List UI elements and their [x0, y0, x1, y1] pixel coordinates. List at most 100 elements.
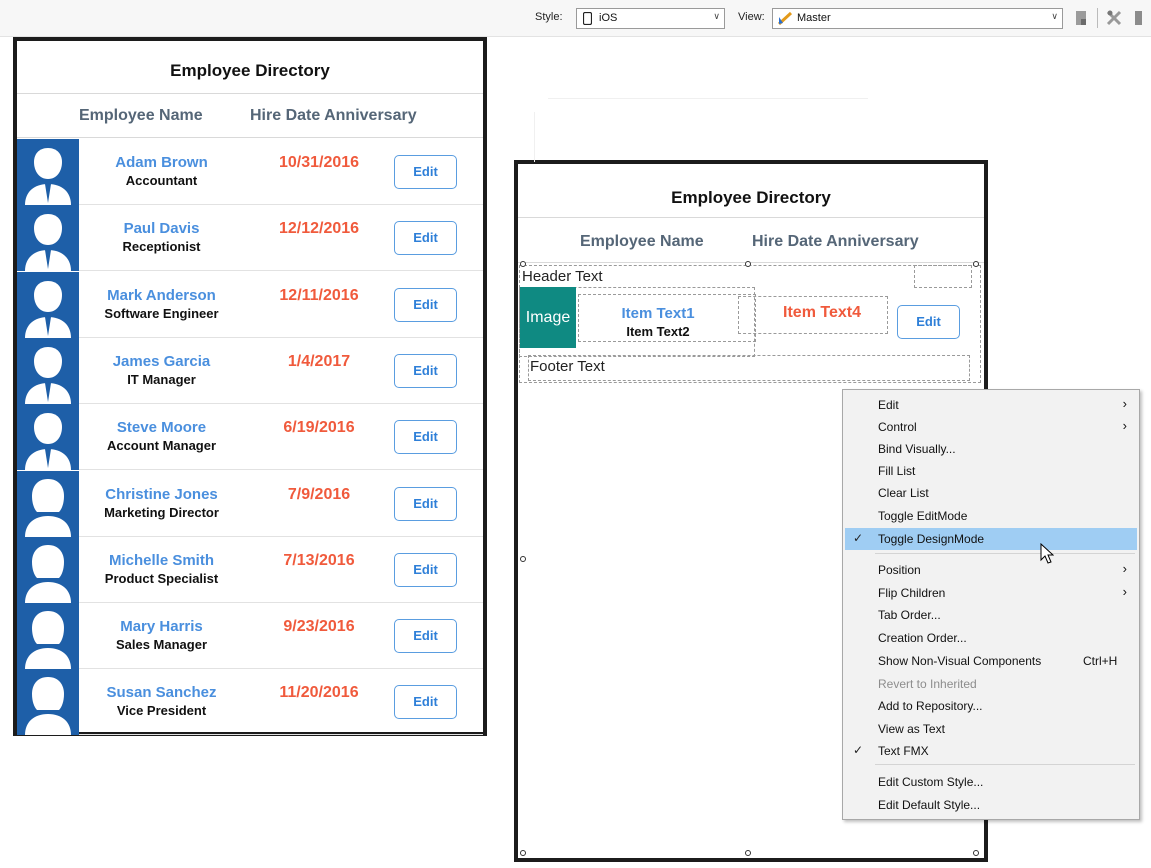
item-text2[interactable]: Item Text2	[578, 324, 738, 339]
menu-item[interactable]: ✓ Text FMX	[845, 740, 1137, 762]
list-item[interactable]: Paul Davis Receptionist 12/12/2016 Edit	[17, 205, 483, 272]
menu-item-label: View as Text	[878, 722, 945, 736]
menu-item[interactable]: Fill List	[845, 460, 1137, 482]
page-title: Employee Directory	[671, 188, 831, 207]
view-label: View:	[738, 11, 765, 23]
avatar	[17, 337, 79, 404]
divider	[518, 262, 984, 263]
menu-item-label: Toggle DesignMode	[878, 532, 985, 546]
item-text1[interactable]: Item Text1	[578, 305, 738, 322]
employee-name: James Garcia	[112, 352, 211, 370]
menu-item[interactable]: Edit Default Style...	[845, 794, 1137, 816]
employee-role: Accountant	[125, 173, 198, 188]
employee-name: Susan Sanchez	[106, 684, 217, 702]
edit-button[interactable]: Edit	[394, 552, 457, 587]
menu-item[interactable]: Edit ›	[845, 394, 1137, 416]
menu-item-label: Tab Order...	[878, 608, 941, 622]
person-icon	[25, 478, 71, 537]
selection-handle[interactable]	[973, 850, 979, 856]
selection-handle[interactable]	[520, 850, 526, 856]
item-text4[interactable]: Item Text4	[752, 304, 892, 322]
menu-item-label: Toggle EditMode	[878, 509, 968, 523]
person-icon	[25, 346, 71, 404]
menu-item-label: Flip Children	[878, 586, 946, 600]
selection-handle[interactable]	[745, 261, 751, 267]
page-title: Employee Directory	[170, 61, 330, 80]
menu-item-label: Edit Default Style...	[878, 798, 981, 812]
employee-name: Paul Davis	[123, 220, 200, 238]
menu-item[interactable]: Add to Repository...	[845, 695, 1137, 717]
column-header-name: Employee Name	[580, 233, 704, 250]
menu-item[interactable]: Revert to Inherited	[845, 673, 1137, 695]
list-item[interactable]: Adam Brown Accountant 10/31/2016 Edit	[17, 139, 483, 205]
edit-button[interactable]: Edit	[394, 486, 457, 521]
employee-role: Vice President	[116, 703, 207, 719]
menu-item[interactable]: Show Non-Visual Components Ctrl+H	[845, 650, 1137, 672]
edit-button[interactable]: Edit	[394, 420, 457, 455]
avatar	[17, 669, 79, 736]
hire-date: 9/23/2016	[283, 618, 355, 636]
style-select[interactable]: iOS ∨	[576, 8, 725, 29]
selection-handle[interactable]	[973, 261, 979, 267]
list-item[interactable]: Steve Moore Account Manager 6/19/2016 Edit	[17, 404, 483, 471]
menu-item[interactable]: Edit Custom Style...	[845, 771, 1137, 793]
menu-item[interactable]: Position ›	[845, 559, 1137, 581]
tools-icon[interactable]	[1106, 10, 1124, 26]
checkmark-icon: ✓	[853, 743, 864, 757]
edit-button[interactable]: Edit	[394, 287, 457, 322]
person-icon	[25, 677, 71, 736]
menu-item[interactable]: Creation Order...	[845, 627, 1137, 649]
footer-text[interactable]: Footer Text	[530, 358, 605, 375]
panel-icon[interactable]	[1134, 10, 1143, 26]
edit-button[interactable]: Edit	[394, 155, 457, 189]
hire-date: 1/4/2017	[287, 352, 351, 370]
menu-separator	[875, 553, 1135, 554]
divider	[17, 137, 483, 138]
column-header-hire-date: Hire Date Anniversary	[250, 107, 417, 124]
list-item[interactable]: Christine Jones Marketing Director 7/9/201…	[17, 470, 483, 537]
menu-item-label: Creation Order...	[878, 631, 967, 645]
list-item[interactable]: James Garcia IT Manager 1/4/2017 Edit	[17, 337, 483, 404]
employee-list-preview: Employee Directory Employee Name Hire Da…	[13, 37, 487, 736]
edit-button[interactable]: Edit	[394, 685, 457, 720]
person-icon	[25, 611, 71, 670]
menu-item[interactable]: Toggle EditMode	[845, 505, 1137, 527]
employee-name: Mary Harris	[120, 618, 203, 636]
menu-item[interactable]: Clear List	[845, 482, 1137, 504]
menu-item[interactable]: Flip Children ›	[845, 582, 1137, 604]
employee-role: IT Manager	[127, 371, 196, 387]
chevron-right-icon: ›	[1122, 584, 1127, 599]
list-item[interactable]: Mary Harris Sales Manager 9/23/2016 Edit	[17, 603, 483, 670]
edit-button[interactable]: Edit	[897, 305, 960, 339]
menu-item[interactable]: View as Text	[845, 718, 1137, 740]
chevron-down-icon: ∨	[713, 11, 720, 21]
selection-handle[interactable]	[745, 850, 751, 856]
menu-item-label: Bind Visually...	[878, 442, 956, 456]
selection-handle[interactable]	[520, 556, 526, 562]
chevron-right-icon: ›	[1122, 561, 1127, 576]
list-item[interactable]: Susan Sanchez Vice President 11/20/2016 Edi…	[17, 669, 483, 736]
list-item[interactable]: Michelle Smith Product Specialist 7/13/201…	[17, 536, 483, 603]
edit-button[interactable]: Edit	[394, 221, 457, 256]
menu-item-label: Show Non-Visual Components	[878, 654, 1042, 668]
hire-date: 11/20/2016	[279, 684, 359, 702]
view-select[interactable]: Master ∨	[772, 8, 1063, 29]
menu-item[interactable]: Control ›	[845, 416, 1137, 438]
hire-date: 12/11/2016	[279, 286, 359, 304]
menu-separator	[875, 764, 1135, 765]
edit-button[interactable]: Edit	[394, 619, 457, 654]
menu-item[interactable]: ✓ Toggle DesignMode	[845, 528, 1137, 550]
menu-item[interactable]: Tab Order...	[845, 604, 1137, 626]
menu-item[interactable]: Bind Visually...	[845, 438, 1137, 460]
person-icon	[25, 413, 71, 471]
item-image-placeholder[interactable]: Image	[520, 287, 576, 348]
edit-button[interactable]: Edit	[394, 353, 457, 388]
hire-date: 7/9/2016	[287, 485, 351, 503]
selection-handle[interactable]	[520, 261, 526, 267]
menu-item-label: Position	[878, 563, 921, 577]
layout-icon[interactable]	[1075, 10, 1087, 26]
column-header-name: Employee Name	[79, 107, 203, 124]
style-label: Style:	[535, 11, 563, 23]
list-item[interactable]: Mark Anderson Software Engineer 12/11/2016…	[17, 271, 483, 338]
header-text[interactable]: Header Text	[522, 268, 603, 285]
